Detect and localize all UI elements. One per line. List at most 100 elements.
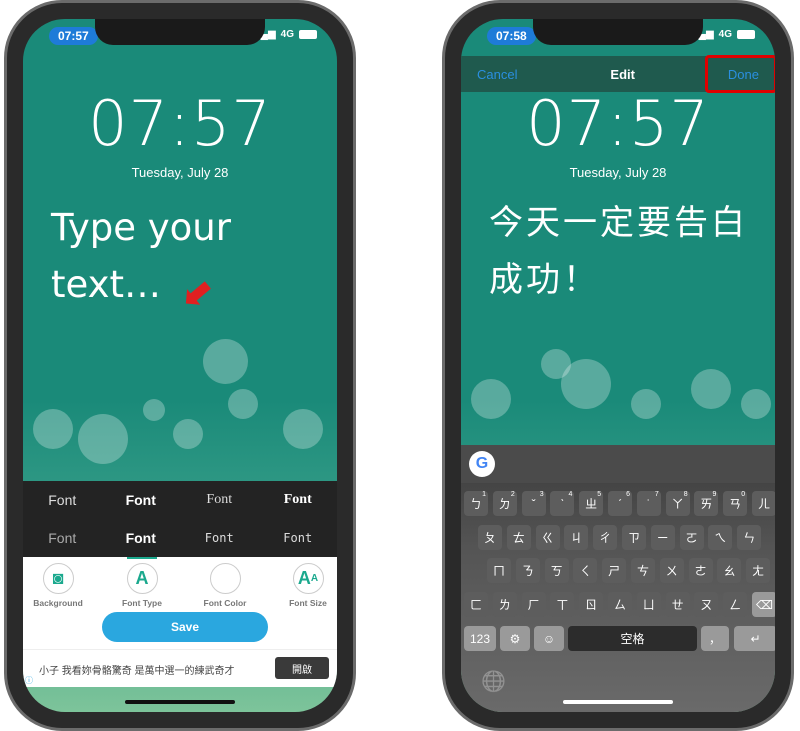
font-option[interactable]: Font <box>259 531 338 545</box>
settings-key[interactable]: ⚙ <box>500 626 530 651</box>
font-option[interactable]: Font <box>180 492 259 508</box>
font-option[interactable]: Font <box>102 492 181 508</box>
keyboard-key[interactable]: ㄞ9 <box>694 491 719 516</box>
keyboard-key[interactable]: ˊ6 <box>608 491 632 516</box>
font-type-tool[interactable]: A Font Type <box>102 563 182 608</box>
keyboard-key[interactable]: ㄨ <box>659 558 684 583</box>
google-icon[interactable]: G <box>469 451 495 477</box>
keyboard-key[interactable]: ˙ 7 <box>636 491 661 516</box>
keyboard-key[interactable]: ㄟ <box>708 525 733 550</box>
key-label: ㄔ <box>599 531 612 545</box>
return-key[interactable]: ↵ <box>734 626 775 651</box>
ad-banner[interactable]: 小子 我看妳骨骼驚奇 是萬中選一的練武奇才 開啟 ⓘ <box>23 649 337 687</box>
keyboard-key[interactable]: ㄆ <box>478 525 502 550</box>
ad-open-button[interactable]: 開啟 <box>275 657 329 679</box>
font-size-tool[interactable]: A A Font Size <box>268 563 337 608</box>
keyboard-key[interactable]: ˇ3 <box>521 491 546 516</box>
keyboard-key[interactable]: ㄩ <box>636 592 661 617</box>
keyboard-key[interactable]: ㄦ <box>752 491 775 516</box>
keyboard-key[interactable]: ㄔ <box>593 525 618 550</box>
font-option[interactable]: Font <box>259 492 338 508</box>
keyboard-key[interactable]: ㄗ <box>622 525 646 550</box>
keyboard-key[interactable]: ㄤ <box>746 558 771 583</box>
color-circle-icon <box>209 563 241 594</box>
background-tool[interactable]: ◙ Background <box>23 563 98 608</box>
emoji-key[interactable]: ☺ <box>534 626 564 651</box>
keyboard-key[interactable]: ㄝ <box>665 592 690 617</box>
font-option[interactable]: Font <box>23 530 102 546</box>
key-digit: 1 <box>482 491 486 498</box>
font-option[interactable]: Font <box>102 530 181 546</box>
key-label: ↵ <box>750 631 761 646</box>
key-label: ˊ <box>618 496 622 511</box>
numbers-key[interactable]: 123 <box>464 626 496 651</box>
left-screen: 07:57 ▂▄▆ 4G 07:57 Tuesday, July 28 Type … <box>23 19 337 712</box>
key-label: ㄥ <box>729 598 742 612</box>
keyboard-key[interactable]: ㄢ0 <box>723 491 748 516</box>
keyboard-key[interactable]: ㄑ <box>573 558 598 583</box>
key-label: ㄗ <box>627 531 640 545</box>
keyboard-key[interactable]: ㄥ <box>723 592 748 617</box>
keyboard-key[interactable]: ㄛ <box>679 525 704 550</box>
key-label: ㄘ <box>636 564 649 578</box>
left-phone: 07:57 ▂▄▆ 4G 07:57 Tuesday, July 28 Type … <box>4 0 356 731</box>
keyboard-key[interactable]: ㄘ <box>631 558 655 583</box>
keyboard-key[interactable]: ㄧ <box>650 525 675 550</box>
network-label: 4G <box>718 29 732 40</box>
keyboard-key[interactable]: ㄎ <box>544 558 569 583</box>
key-label: ㄍ <box>541 531 554 545</box>
key-digit: 4 <box>568 491 573 498</box>
keyboard-key[interactable]: ˋ4 <box>550 491 575 516</box>
key-label: ㄛ <box>685 531 698 545</box>
key-digit: 5 <box>597 491 602 498</box>
key-label: ㄊ <box>512 531 525 545</box>
key-label: ㄣ <box>743 531 756 545</box>
font-color-tool[interactable]: Font Color <box>185 563 265 608</box>
keyboard-key[interactable]: ㄙ <box>608 592 632 617</box>
keyboard-key[interactable]: ㄡ <box>694 592 719 617</box>
save-button[interactable]: Save <box>102 612 268 642</box>
text-input[interactable]: 今天一定要告白 成功！ <box>489 195 748 309</box>
key-label: ㄡ <box>700 598 713 612</box>
keyboard-key[interactable]: ㄏ <box>521 592 546 617</box>
ad-info-icon[interactable]: ⓘ <box>25 675 33 686</box>
key-digit: 3 <box>539 491 544 498</box>
space-key[interactable]: 空格 <box>568 626 697 651</box>
key-digit: 6 <box>626 491 630 498</box>
key-label: ㄓ <box>585 497 598 511</box>
keyboard-key[interactable]: ㄒ <box>550 592 575 617</box>
key-digit: 0 <box>741 491 746 498</box>
key-label: ㄒ <box>556 598 569 612</box>
key-label: ☺ <box>542 631 556 646</box>
key-label: ， <box>708 632 721 646</box>
key-label: ㄌ <box>498 598 511 612</box>
key-label: ㄧ <box>656 531 669 545</box>
right-phone: 07:58 ▂▄▆ 4G Cancel Edit Done 07:57 Tuesd… <box>442 0 794 731</box>
cancel-button[interactable]: Cancel <box>477 67 517 82</box>
keyboard-key[interactable]: ㄇ <box>487 558 511 583</box>
font-option[interactable]: Font <box>180 531 259 545</box>
keyboard-key[interactable]: ㄈ <box>464 592 488 617</box>
keyboard-key[interactable]: ㄠ <box>717 558 742 583</box>
key-label: ˋ <box>560 496 565 511</box>
globe-icon[interactable]: 🌐 <box>481 669 506 694</box>
keyboard-key[interactable]: ㄅ1 <box>464 491 488 516</box>
home-indicator <box>563 700 673 704</box>
keyboard-key[interactable]: ㄕ <box>602 558 627 583</box>
keyboard-key[interactable]: ㄌ <box>492 592 517 617</box>
keyboard-key[interactable]: ㄣ <box>737 525 762 550</box>
keyboard-key[interactable]: ㄋ <box>515 558 540 583</box>
keyboard-key[interactable]: ㄓ5 <box>579 491 604 516</box>
comma-key[interactable]: ， <box>701 626 729 651</box>
keyboard-key[interactable]: ㄚ8 <box>665 491 690 516</box>
delete-key[interactable]: ⌫ <box>752 592 775 617</box>
keyboard-key[interactable]: ㄐ <box>564 525 589 550</box>
nav-title: Edit <box>610 66 635 82</box>
keyboard-key[interactable]: ㄉ2 <box>492 491 517 516</box>
keyboard-key[interactable]: ㄜ <box>688 558 713 583</box>
key-label: ˙ <box>646 496 651 511</box>
keyboard-key[interactable]: ㄖ <box>579 592 604 617</box>
font-option[interactable]: Font <box>23 492 102 508</box>
keyboard-key[interactable]: ㄍ <box>535 525 560 550</box>
keyboard-key[interactable]: ㄊ <box>506 525 531 550</box>
